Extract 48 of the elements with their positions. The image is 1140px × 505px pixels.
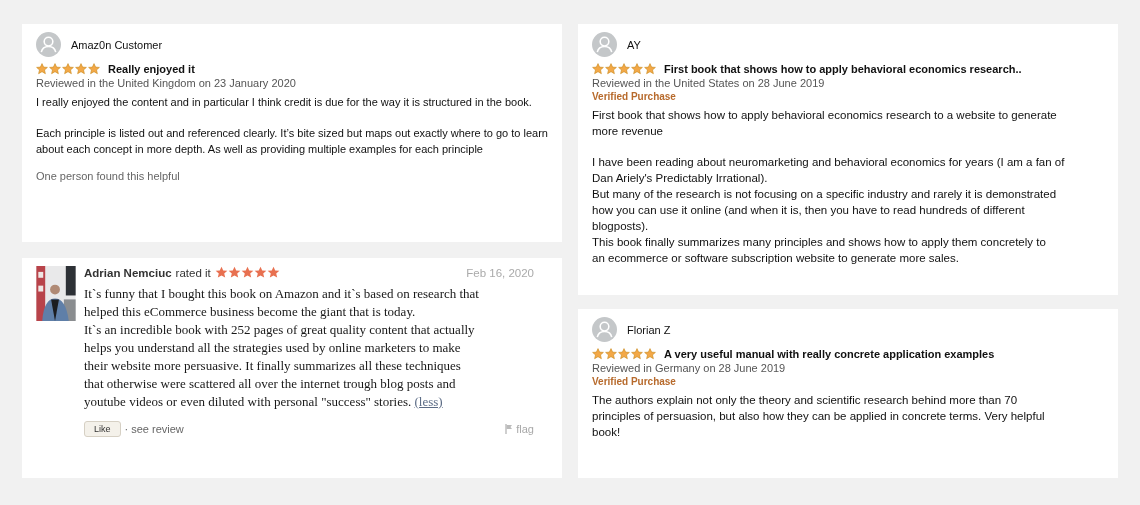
star-icon: [75, 63, 87, 75]
author-name: Adrian Nemciuc: [84, 266, 172, 279]
flag-icon: [505, 424, 514, 434]
author-name: AY: [627, 38, 641, 51]
like-button[interactable]: Like: [84, 421, 121, 437]
star-icon: [227, 266, 241, 279]
review-text: It`s funny that I bought this book on Amazon and it`s based on research that helped this eCommerce business become the giant that is today. It`s an incredible book with 252 pages of great quality content that actually helps you understand all the strategies used by online marketers to make their website more persuasive. It finally summarizes all these techniques that otherwise were scattered all over the internet trough blog posts and youtube videos or even diluted with personal "success" stories. (less): [84, 285, 480, 411]
rated-label: rated it: [175, 266, 211, 279]
star-icon: [644, 348, 656, 360]
review-text: Each principle is listed out and referenced clearly. It’s bite sized but maps out exactly where to go to learn about each concept in more depth. As well as providing multiple examples for each principle: [36, 126, 548, 157]
see-review-link[interactable]: · see review: [124, 423, 184, 435]
review-text: The authors explain not only the theory and scientific research behind more than 70 principles of persuasion, but also how they can be applied in concrete terms. Very helpful book!: [592, 393, 1046, 440]
verified-label: Verified Purchase: [592, 376, 677, 387]
helpful-count: One person found this helpful: [36, 170, 181, 182]
author-name: Amaz0n Customer: [71, 38, 163, 51]
star-icon: [253, 266, 267, 279]
star-icon: [36, 63, 48, 75]
star-icon: [631, 348, 643, 360]
star-icon: [240, 266, 254, 279]
star-icon: [214, 266, 228, 279]
review-text: I really enjoyed the content and in particular I think credit is due for the way it is structured in the book.: [36, 95, 533, 110]
review-date: Reviewed in the United States on 28 June 2019: [592, 77, 826, 89]
review-text: I have been reading about neuromarketing and behavioral economics for years (I am a fan of Dan Ariely's Predictably Irrational). But many of the research is not focusing on a specific industry and rarely it is demonstrated how you can use it online (and when it is, then you have to read hundreds of different blogposts). This book finally summarizes many principles and shows how to apply them concretely to an ecommerce or software subscription website to generate more sales.: [592, 155, 1066, 266]
verified-label: Verified Purchase: [592, 91, 677, 102]
star-icon: [605, 63, 617, 75]
star-icon: [266, 266, 280, 279]
avatar-icon: [36, 32, 61, 57]
review-title: Really enjoyed it: [108, 63, 195, 75]
star-icon: [49, 63, 61, 75]
less-link[interactable]: (less): [414, 394, 443, 409]
star-icon: [618, 348, 630, 360]
review-date: Reviewed in Germany on 28 June 2019: [592, 362, 787, 374]
star-icon: [644, 63, 656, 75]
review-title: A very useful manual with really concrete application examples: [664, 348, 995, 360]
star-icon: [62, 63, 74, 75]
avatar-icon: [592, 32, 617, 57]
avatar-icon: [592, 317, 617, 342]
review-text: First book that shows how to apply behavioral economics research to a website to generate more revenue: [592, 108, 1058, 139]
review-date: Reviewed in the United Kingdom on 23 January 2020: [36, 77, 297, 89]
star-icon: [592, 63, 604, 75]
author-name: Florian Z: [627, 323, 671, 336]
star-icon: [605, 348, 617, 360]
star-icon: [88, 63, 100, 75]
star-icon: [618, 63, 630, 75]
star-icon: [631, 63, 643, 75]
review-title: First book that shows how to apply behavioral economics research..: [664, 63, 1022, 75]
review-date: Feb 16, 2020: [466, 266, 534, 279]
star-icon: [592, 348, 604, 360]
